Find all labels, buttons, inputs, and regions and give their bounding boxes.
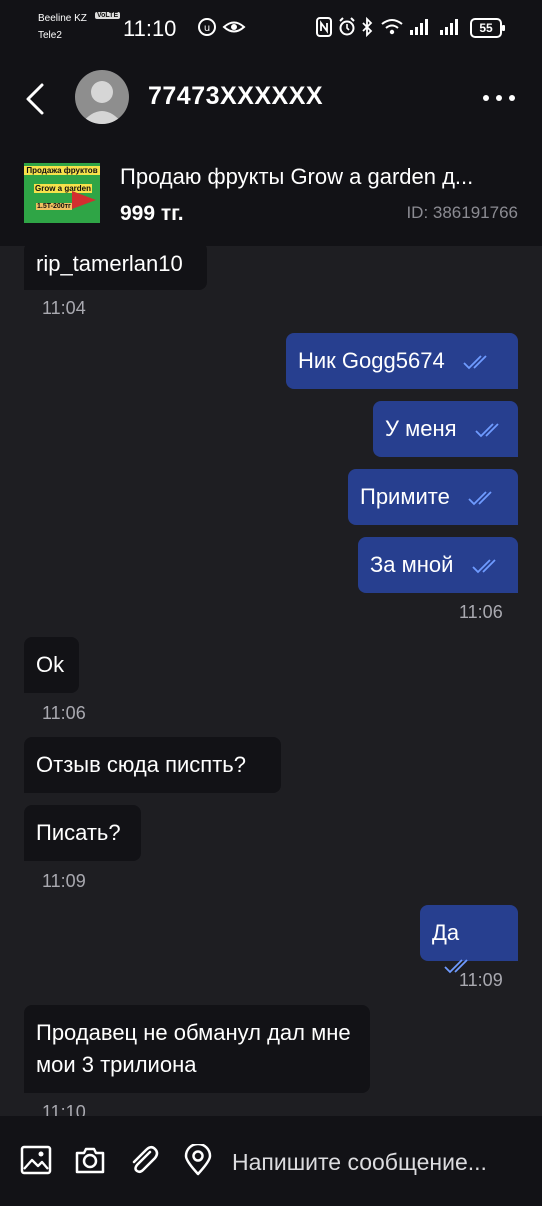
avatar[interactable] <box>75 70 129 124</box>
listing-id: ID: 386191766 <box>406 203 518 222</box>
message-outgoing[interactable]: Примите <box>348 469 518 525</box>
bluetooth-icon <box>362 16 373 38</box>
gallery-icon[interactable] <box>20 1144 52 1176</box>
message-outgoing[interactable]: За мной <box>358 537 518 593</box>
status-bar: Beeline KZ VoLTE Tele2 11:10 u 55 <box>0 0 542 56</box>
message-outgoing[interactable]: Ник Gogg5674 <box>286 333 518 389</box>
message-incoming[interactable]: Продавец не обманул дал мне мои 3 трилио… <box>24 1005 370 1093</box>
double-check-icon <box>475 423 499 438</box>
message-text: Ok <box>36 652 65 677</box>
thumbnail-title: Продажа фруктов <box>24 166 100 175</box>
message-incoming[interactable]: Отзыв сюда писпть? <box>24 737 281 793</box>
message-time: 11:09 <box>459 970 503 990</box>
camera-icon[interactable] <box>74 1144 106 1176</box>
message-text: Писать? <box>36 820 121 845</box>
status-time: 11:10 <box>123 16 177 41</box>
listing-title[interactable]: Продаю фрукты Grow a garden д... <box>120 164 518 190</box>
wifi-icon <box>381 19 403 35</box>
message-outgoing[interactable]: Да <box>420 905 518 974</box>
message-time: 11:06 <box>42 703 86 723</box>
message-incoming[interactable]: rip_tamerlan10 <box>24 246 207 290</box>
double-check-icon <box>468 491 492 506</box>
carrier-secondary: Tele2 <box>38 30 62 41</box>
message-text: Продавец не обманул дал мне мои 3 трилио… <box>36 1020 351 1077</box>
back-arrow-icon[interactable] <box>22 82 48 116</box>
attachment-icon[interactable] <box>128 1144 160 1176</box>
message-time: 11:04 <box>42 298 86 318</box>
svg-text:u: u <box>204 23 210 34</box>
message-time: 11:06 <box>459 602 503 622</box>
location-pin-icon[interactable] <box>183 1144 213 1176</box>
double-check-icon <box>471 559 496 574</box>
nfc-icon <box>316 17 332 37</box>
message-list[interactable]: rip_tamerlan10 11:04 Ник Gogg5674 У меня… <box>0 246 542 1116</box>
double-check-icon <box>463 355 487 370</box>
eye-icon <box>222 21 246 33</box>
message-text: Примите <box>360 484 450 509</box>
message-composer: Напишите сообщение... <box>0 1116 542 1206</box>
thumbnail-price: 1.5T-200тг <box>36 203 72 210</box>
message-text: rip_tamerlan10 <box>36 251 183 276</box>
message-input[interactable]: Напишите сообщение... <box>232 1149 522 1176</box>
more-options-icon[interactable] <box>482 94 516 102</box>
data-saver-icon: u <box>198 18 216 36</box>
signal-sim1-icon <box>410 19 428 35</box>
message-incoming[interactable]: Писать? <box>24 805 141 861</box>
message-time: 11:09 <box>42 871 86 891</box>
message-incoming[interactable]: Ok <box>24 637 79 693</box>
listing-card[interactable]: Продажа фруктов Grow a garden 1.5T-200тг… <box>0 140 542 246</box>
user-silhouette-icon <box>81 81 123 124</box>
signal-sim2-icon <box>440 19 458 35</box>
message-time: 11:10 <box>42 1102 86 1116</box>
message-text: У меня <box>385 416 457 441</box>
listing-thumbnail[interactable]: Продажа фруктов Grow a garden 1.5T-200тг <box>24 163 100 223</box>
message-text: Ник Gogg5674 <box>298 348 445 373</box>
message-text: Отзыв сюда писпть? <box>36 752 246 777</box>
volte-badge: VoLTE <box>95 12 121 19</box>
alarm-icon <box>339 17 355 36</box>
message-outgoing[interactable]: У меня <box>373 401 518 457</box>
carrier-primary: Beeline KZ <box>38 13 87 24</box>
contact-name[interactable]: 77473XXXXXX <box>148 82 323 111</box>
message-text: Да <box>432 920 460 945</box>
battery-indicator: 55 <box>470 18 505 38</box>
chat-header: 77473XXXXXX <box>0 56 542 141</box>
message-text: За мной <box>370 552 454 577</box>
thumbnail-arrow <box>72 191 96 209</box>
listing-price: 999 тг. <box>120 202 184 225</box>
